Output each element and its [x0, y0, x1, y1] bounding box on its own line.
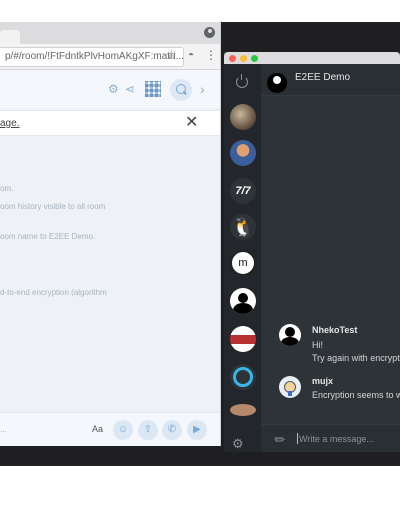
room-avatar-logo[interactable]: 7/7: [230, 178, 256, 204]
room-list-rail: 7/7 🐧 m ⚙: [224, 64, 261, 452]
power-icon[interactable]: [236, 74, 248, 88]
emoji-icon[interactable]: ☺: [113, 420, 133, 440]
minimize-window-button[interactable]: [240, 55, 247, 62]
settings-icon[interactable]: ⚙: [108, 82, 119, 96]
apps-grid-icon[interactable]: [145, 81, 161, 97]
voice-call-icon[interactable]: ✆: [162, 420, 182, 440]
message-body: Hi!: [312, 340, 323, 350]
browser-menu-icon[interactable]: ⋮: [205, 48, 217, 62]
notice-bar: age. ✕: [0, 110, 220, 136]
share-icon[interactable]: ⋖: [125, 82, 135, 96]
message-input-bar: ✎ Write a message...: [261, 424, 400, 452]
video-call-icon[interactable]: ▶: [187, 420, 207, 440]
composer-input[interactable]: ...: [0, 425, 7, 434]
maximize-window-button[interactable]: [251, 55, 258, 62]
notice-link[interactable]: age.: [0, 118, 19, 129]
chat-header: E2EE Demo: [261, 64, 400, 96]
browser-toolbar: p/#/room/!FtFdntkPlvHomAKgXF:matri... ☆ …: [0, 44, 220, 70]
browser-tab[interactable]: [0, 30, 20, 44]
room-title: E2EE Demo: [295, 72, 351, 83]
room-avatar-red[interactable]: [230, 326, 256, 352]
extension-icon[interactable]: ◓: [188, 50, 194, 61]
message-sender: NhekoTest: [312, 325, 358, 335]
chevron-right-icon[interactable]: ›: [200, 81, 205, 97]
window-titlebar: [224, 52, 400, 64]
formatting-toggle[interactable]: Aa: [92, 424, 103, 434]
chat-bubble-icon[interactable]: [230, 364, 256, 390]
timeline-event: d-to-end encryption (algorithm: [0, 288, 107, 297]
room-avatar-person[interactable]: [230, 140, 256, 166]
room-avatar-default[interactable]: [230, 288, 256, 314]
search-icon[interactable]: [170, 79, 192, 101]
paperclip-icon[interactable]: ✎: [271, 430, 290, 449]
bookmark-star-icon[interactable]: ☆: [166, 48, 177, 62]
browser-tab-strip: [0, 22, 220, 44]
linux-penguin-icon[interactable]: 🐧: [230, 214, 256, 240]
room-avatar-tree[interactable]: [230, 104, 256, 130]
timeline-event: om.: [0, 184, 14, 193]
sender-avatar: [279, 324, 301, 346]
riot-web-app: ⚙ ⋖ › age. ✕ om. oom history visible to …: [0, 70, 220, 446]
text-cursor: [297, 433, 298, 444]
message-body: Encryption seems to w: [312, 390, 400, 400]
browser-window: p/#/room/!FtFdntkPlvHomAKgXF:matri... ☆ …: [0, 22, 221, 446]
close-icon[interactable]: ✕: [185, 114, 198, 132]
upload-icon[interactable]: ⇧: [138, 420, 158, 440]
room-avatar-partial[interactable]: [230, 404, 256, 416]
timeline-event: oom history visible to all room: [0, 202, 106, 211]
close-window-button[interactable]: [229, 55, 236, 62]
sender-avatar: [279, 376, 301, 398]
matrix-logo-icon[interactable]: m: [230, 250, 256, 276]
message-body: Try again with encrypt: [312, 353, 400, 363]
room-header: ⚙ ⋖ ›: [0, 70, 220, 108]
account-icon[interactable]: [204, 27, 215, 38]
message-composer: ... Aa ☺ ⇧ ✆ ▶: [0, 412, 220, 446]
chat-app-window: 7/7 🐧 m ⚙ E2EE Demo NhekoTest Hi! Try ag…: [224, 52, 400, 452]
message-input[interactable]: Write a message...: [299, 434, 374, 444]
message-sender: mujx: [312, 376, 334, 386]
address-bar[interactable]: p/#/room/!FtFdntkPlvHomAKgXF:matri...: [0, 47, 184, 67]
room-avatar: [267, 73, 287, 93]
timeline-event: oom name to E2EE Demo.: [0, 232, 96, 241]
settings-gear-icon[interactable]: ⚙: [232, 436, 244, 452]
